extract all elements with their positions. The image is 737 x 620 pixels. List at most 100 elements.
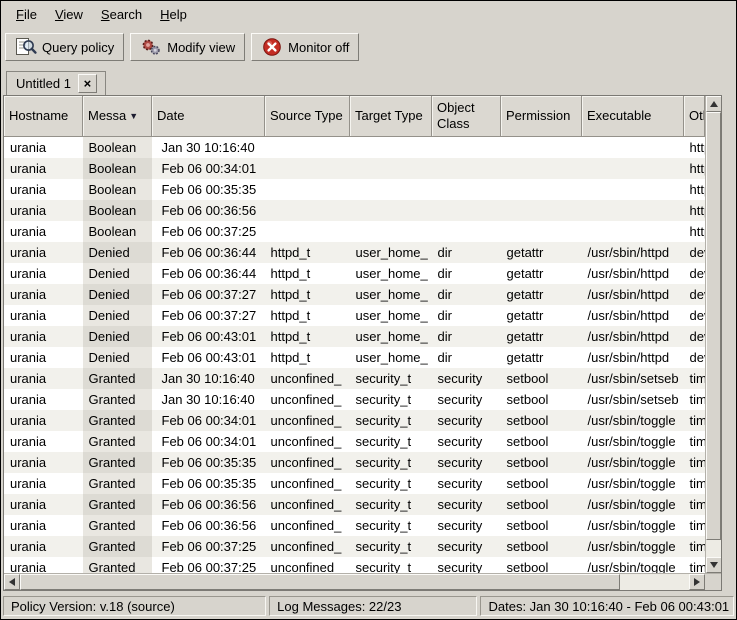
table-cell-object-class: security	[432, 557, 501, 574]
table-row[interactable]: uraniaBooleanFeb 06 00:36:56httpd_unifie…	[4, 200, 705, 221]
log-table: HostnameMessa▼DateSource Type Target Type…	[4, 96, 705, 573]
horizontal-scroll-thumb[interactable]	[20, 574, 620, 590]
table-row[interactable]: uraniaDeniedFeb 06 00:37:27httpd_tuser_h…	[4, 305, 705, 326]
tab-untitled-1[interactable]: Untitled 1 ×	[6, 71, 106, 95]
table-row[interactable]: uraniaGrantedFeb 06 00:35:35unconfined_s…	[4, 473, 705, 494]
table-cell-executable: /usr/sbin/toggle	[582, 494, 684, 515]
scroll-up-button[interactable]	[706, 96, 721, 112]
table-cell-source-type: unconfined_	[265, 557, 350, 574]
table-cell-executable: /usr/sbin/toggle	[582, 515, 684, 536]
column-header-hostname[interactable]: Hostname	[4, 96, 83, 136]
table-cell-message: Granted	[83, 368, 152, 389]
query-policy-button[interactable]: Query policy	[5, 33, 124, 61]
table-cell-permission: setbool	[501, 410, 582, 431]
vertical-scroll-track[interactable]	[706, 540, 721, 557]
horizontal-scrollbar[interactable]	[4, 574, 705, 590]
column-header-label: Target Type	[355, 108, 423, 123]
scroll-left-button[interactable]	[4, 574, 20, 590]
table-cell-source-type: httpd_t	[265, 347, 350, 368]
table-row[interactable]: uraniaGrantedFeb 06 00:36:56unconfined_s…	[4, 515, 705, 536]
table-row[interactable]: uraniaGrantedFeb 06 00:37:25unconfined_s…	[4, 536, 705, 557]
menu-file[interactable]: File	[7, 4, 46, 25]
table-cell-message: Granted	[83, 473, 152, 494]
table-cell-source-type: unconfined_	[265, 452, 350, 473]
table-row[interactable]: uraniaGrantedFeb 06 00:34:01unconfined_s…	[4, 431, 705, 452]
scroll-down-button[interactable]	[706, 557, 721, 573]
table-cell-executable: /usr/sbin/httpd	[582, 305, 684, 326]
table-row[interactable]: uraniaGrantedJan 30 10:16:40unconfined_s…	[4, 389, 705, 410]
table-cell-hostname: urania	[4, 515, 83, 536]
column-header-object-class[interactable]: Object Class	[432, 96, 501, 136]
table-row[interactable]: uraniaBooleanFeb 06 00:37:25httpd_unifie…	[4, 221, 705, 242]
table-cell-object-class	[432, 158, 501, 179]
column-header-date[interactable]: Date	[152, 96, 265, 136]
table-row[interactable]: uraniaGrantedFeb 06 00:36:56unconfined_s…	[4, 494, 705, 515]
vertical-scrollbar[interactable]	[705, 96, 721, 573]
table-cell-date: Feb 06 00:35:35	[152, 473, 265, 494]
table-row[interactable]: uraniaGrantedFeb 06 00:34:01unconfined_s…	[4, 410, 705, 431]
sort-descending-icon[interactable]: ▼	[129, 111, 138, 121]
arrow-right-icon	[694, 578, 700, 586]
table-cell-message: Boolean	[83, 136, 152, 158]
table-cell-target-type: security_t	[350, 557, 432, 574]
table-cell-target-type	[350, 158, 432, 179]
table-cell-other: timestamp=11076	[684, 473, 705, 494]
table-cell-message: Granted	[83, 410, 152, 431]
tab-close-button[interactable]: ×	[78, 74, 97, 93]
table-cell-source-type	[265, 136, 350, 158]
column-header-source-type[interactable]: Source Type	[265, 96, 350, 136]
table-row[interactable]: uraniaDeniedFeb 06 00:43:01httpd_tuser_h…	[4, 326, 705, 347]
table-cell-other: timestamp=11076	[684, 452, 705, 473]
scroll-right-button[interactable]	[689, 574, 705, 590]
table-row[interactable]: uraniaDeniedFeb 06 00:37:27httpd_tuser_h…	[4, 284, 705, 305]
table-cell-permission: setbool	[501, 557, 582, 574]
table-row[interactable]: uraniaBooleanFeb 06 00:34:01httpd_unifie…	[4, 158, 705, 179]
table-cell-source-type: unconfined_	[265, 494, 350, 515]
table-row[interactable]: uraniaDeniedFeb 06 00:43:01httpd_tuser_h…	[4, 347, 705, 368]
menu-search[interactable]: Search	[92, 4, 151, 25]
table-cell-object-class	[432, 221, 501, 242]
table-row[interactable]: uraniaBooleanFeb 06 00:35:35httpd_unifie…	[4, 179, 705, 200]
policy-version-text: Policy Version: v.18 (source)	[11, 599, 175, 614]
table-row[interactable]: uraniaDeniedFeb 06 00:36:44httpd_tuser_h…	[4, 242, 705, 263]
column-header-executable[interactable]: Executable	[582, 96, 684, 136]
table-cell-object-class	[432, 200, 501, 221]
table-row[interactable]: uraniaGrantedFeb 06 00:35:35unconfined_s…	[4, 452, 705, 473]
table-cell-permission: setbool	[501, 515, 582, 536]
table-cell-other: httpd_unified:1, h	[684, 221, 705, 242]
menu-view[interactable]: View	[46, 4, 92, 25]
table-cell-object-class: security	[432, 452, 501, 473]
table-cell-source-type	[265, 179, 350, 200]
table-cell-other: dev=hdb2 timesta	[684, 263, 705, 284]
table-cell-other: timestamp=11076	[684, 431, 705, 452]
table-cell-permission: setbool	[501, 452, 582, 473]
table-cell-hostname: urania	[4, 536, 83, 557]
tab-label: Untitled 1	[16, 76, 71, 91]
log-view-frame: HostnameMessa▼DateSource Type Target Type…	[3, 95, 722, 591]
table-cell-other: timestamp=11076	[684, 494, 705, 515]
horizontal-scroll-track[interactable]	[620, 574, 689, 590]
vertical-scroll-thumb[interactable]	[706, 112, 721, 540]
table-cell-date: Feb 06 00:36:56	[152, 494, 265, 515]
menu-help[interactable]: Help	[151, 4, 196, 25]
table-cell-permission	[501, 179, 582, 200]
column-header-target-type[interactable]: Target Type	[350, 96, 432, 136]
table-cell-message: Granted	[83, 536, 152, 557]
table-cell-target-type: security_t	[350, 452, 432, 473]
table-row[interactable]: uraniaBooleanJan 30 10:16:40httpd_unifie…	[4, 136, 705, 158]
table-cell-permission	[501, 136, 582, 158]
modify-view-button[interactable]: Modify view	[130, 33, 245, 61]
table-cell-date: Feb 06 00:36:56	[152, 200, 265, 221]
table-row[interactable]: uraniaDeniedFeb 06 00:36:44httpd_tuser_h…	[4, 263, 705, 284]
column-header-permission[interactable]: Permission	[501, 96, 582, 136]
table-cell-permission: setbool	[501, 536, 582, 557]
table-cell-object-class: security	[432, 368, 501, 389]
table-row[interactable]: uraniaGrantedJan 30 10:16:40unconfined_s…	[4, 368, 705, 389]
table-row[interactable]: uraniaGrantedFeb 06 00:37:25unconfined_s…	[4, 557, 705, 574]
column-header-other[interactable]: Other	[684, 96, 705, 136]
column-header-message[interactable]: Messa▼	[83, 96, 152, 136]
monitor-off-button[interactable]: Monitor off	[251, 33, 359, 61]
log-table-viewport: HostnameMessa▼DateSource Type Target Type…	[4, 96, 705, 573]
table-cell-date: Feb 06 00:36:44	[152, 263, 265, 284]
table-header-row: HostnameMessa▼DateSource Type Target Type…	[4, 96, 705, 136]
